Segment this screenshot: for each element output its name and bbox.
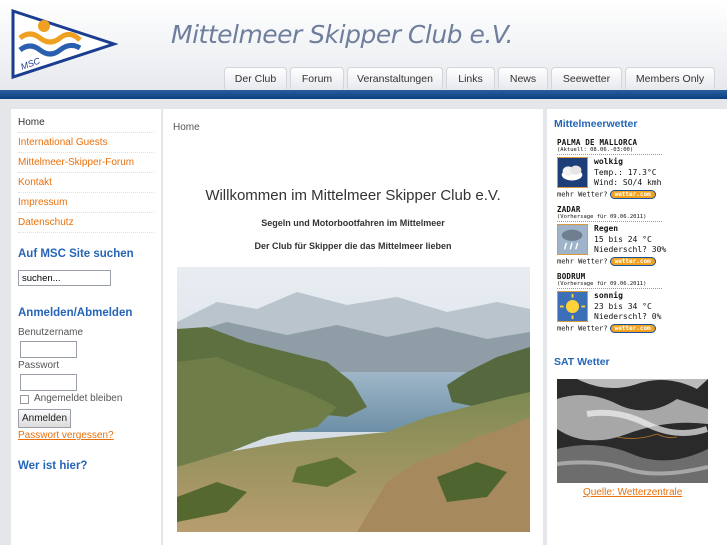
wetter-com-badge[interactable]: wetter.com	[609, 190, 656, 199]
more-weather-link[interactable]: mehr Wetter? wetter.com	[557, 190, 656, 199]
weather-precip: Niederschl? 30%	[594, 245, 667, 254]
left-sidebar: Home International Guests Mittelmeer-Ski…	[11, 109, 161, 545]
top-navigation: Der Club Forum Veranstaltungen Links New…	[224, 67, 718, 90]
nav-tab-forum[interactable]: Forum	[290, 67, 344, 89]
weather-timestamp: (Aktuell: 08.06.-03:00)	[557, 147, 634, 153]
weather-condition: sonnig	[594, 291, 623, 300]
nav-tab-links[interactable]: Links	[446, 67, 495, 89]
weather-widget: PALMA DE MALLORCA (Aktuell: 08.06.-03:00…	[557, 138, 667, 339]
sat-weather-heading: SAT Wetter	[554, 356, 610, 368]
site-title: Mittelmeer Skipper Club e.V.	[171, 20, 514, 49]
forgot-password-link[interactable]: Passwort vergessen?	[18, 430, 114, 441]
menu-item-impressum[interactable]: Impressum	[18, 193, 154, 213]
divider	[557, 288, 662, 289]
nav-tab-news[interactable]: News	[498, 67, 548, 89]
weather-temp: 23 bis 34 °C	[594, 301, 652, 311]
wetter-com-badge[interactable]: wetter.com	[609, 257, 656, 266]
header-bar	[0, 90, 727, 99]
menu-item-forum[interactable]: Mittelmeer-Skipper-Forum	[18, 153, 154, 173]
menu-item-international-guests[interactable]: International Guests	[18, 133, 154, 153]
weather-place: BODRUM	[557, 272, 586, 281]
weather-condition: Regen	[594, 224, 619, 233]
page-subtitle-1: Segeln und Motorbootfahren im Mittelmeer	[261, 218, 445, 228]
wetter-com-badge[interactable]: wetter.com	[609, 324, 656, 333]
weather-condition: wolkig	[594, 157, 623, 166]
cloudy-night-icon	[557, 157, 588, 188]
password-field[interactable]	[20, 374, 77, 391]
login-button[interactable]: Anmelden	[18, 409, 71, 428]
username-label: Benutzername	[18, 327, 84, 338]
weather-timestamp: (Vorhersage für 09.06.2011)	[557, 281, 647, 287]
weather-details: wolkig Temp.: 17.3°C Wind: SO/4 kmh	[594, 157, 661, 189]
bay-landscape-photo	[177, 267, 530, 532]
remember-me-label: Angemeldet bleiben	[34, 393, 123, 404]
login-heading: Anmelden/Abmelden	[18, 307, 133, 319]
menu-item-datenschutz[interactable]: Datenschutz	[18, 213, 154, 233]
weather-item-bodrum: BODRUM (Vorhersage für 09.06.2011) sonni…	[557, 272, 667, 339]
weather-temp: 15 bis 24 °C	[594, 234, 652, 244]
sat-source-link[interactable]: Quelle: Wetterzentrale	[583, 487, 682, 498]
weather-details: Regen 15 bis 24 °C Niederschl? 30%	[594, 224, 666, 256]
more-weather-link[interactable]: mehr Wetter? wetter.com	[557, 324, 656, 333]
satellite-image[interactable]	[557, 379, 708, 483]
page-title: Willkommen im Mittelmeer Skipper Club e.…	[205, 187, 501, 204]
nav-tab-der-club[interactable]: Der Club	[224, 67, 287, 89]
more-weather-link[interactable]: mehr Wetter? wetter.com	[557, 257, 656, 266]
right-sidebar: Mittelmeerwetter PALMA DE MALLORCA (Aktu…	[547, 109, 727, 545]
remember-me-checkbox[interactable]	[20, 395, 29, 404]
main-content: Home Willkommen im Mittelmeer Skipper Cl…	[163, 109, 543, 545]
search-heading: Auf MSC Site suchen	[18, 248, 134, 260]
main-menu: Home International Guests Mittelmeer-Ski…	[11, 109, 161, 233]
sun-icon	[557, 291, 588, 322]
rain-icon	[557, 224, 588, 255]
breadcrumb: Home	[173, 122, 200, 133]
more-weather-text: mehr Wetter?	[557, 257, 608, 266]
weather-heading: Mittelmeerwetter	[554, 118, 638, 130]
menu-item-kontakt[interactable]: Kontakt	[18, 173, 154, 193]
weather-temp: Temp.: 17.3°C	[594, 167, 657, 177]
weather-timestamp: (Vorhersage für 09.06.2011)	[557, 214, 647, 220]
weather-precip: Niederschl? 0%	[594, 312, 662, 321]
password-label: Passwort	[18, 360, 60, 371]
page-subtitle-2: Der Club für Skipper die das Mittelmeer …	[254, 241, 452, 251]
username-field[interactable]	[20, 341, 77, 358]
more-weather-text: mehr Wetter?	[557, 190, 608, 199]
weather-place: ZADAR	[557, 205, 581, 214]
search-input[interactable]	[18, 270, 111, 286]
weather-item-palma: PALMA DE MALLORCA (Aktuell: 08.06.-03:00…	[557, 138, 667, 205]
divider	[557, 221, 662, 222]
more-weather-text: mehr Wetter?	[557, 324, 608, 333]
weather-item-zadar: ZADAR (Vorhersage für 09.06.2011) Regen …	[557, 205, 667, 272]
who-is-online-heading: Wer ist hier?	[18, 460, 88, 472]
msc-pennant-logo[interactable]: MSC	[10, 8, 118, 80]
site-header: MSC Mittelmeer Skipper Club e.V. Der Clu…	[0, 0, 727, 90]
nav-tab-veranstaltungen[interactable]: Veranstaltungen	[347, 67, 443, 89]
weather-place: PALMA DE MALLORCA	[557, 138, 638, 147]
weather-details: sonnig 23 bis 34 °C Niederschl? 0%	[594, 291, 661, 323]
menu-item-home[interactable]: Home	[18, 113, 154, 133]
nav-tab-seewetter[interactable]: Seewetter	[551, 67, 622, 89]
weather-wind: Wind: SO/4 kmh	[594, 178, 662, 187]
nav-tab-members-only[interactable]: Members Only	[625, 67, 715, 89]
divider	[557, 154, 662, 155]
